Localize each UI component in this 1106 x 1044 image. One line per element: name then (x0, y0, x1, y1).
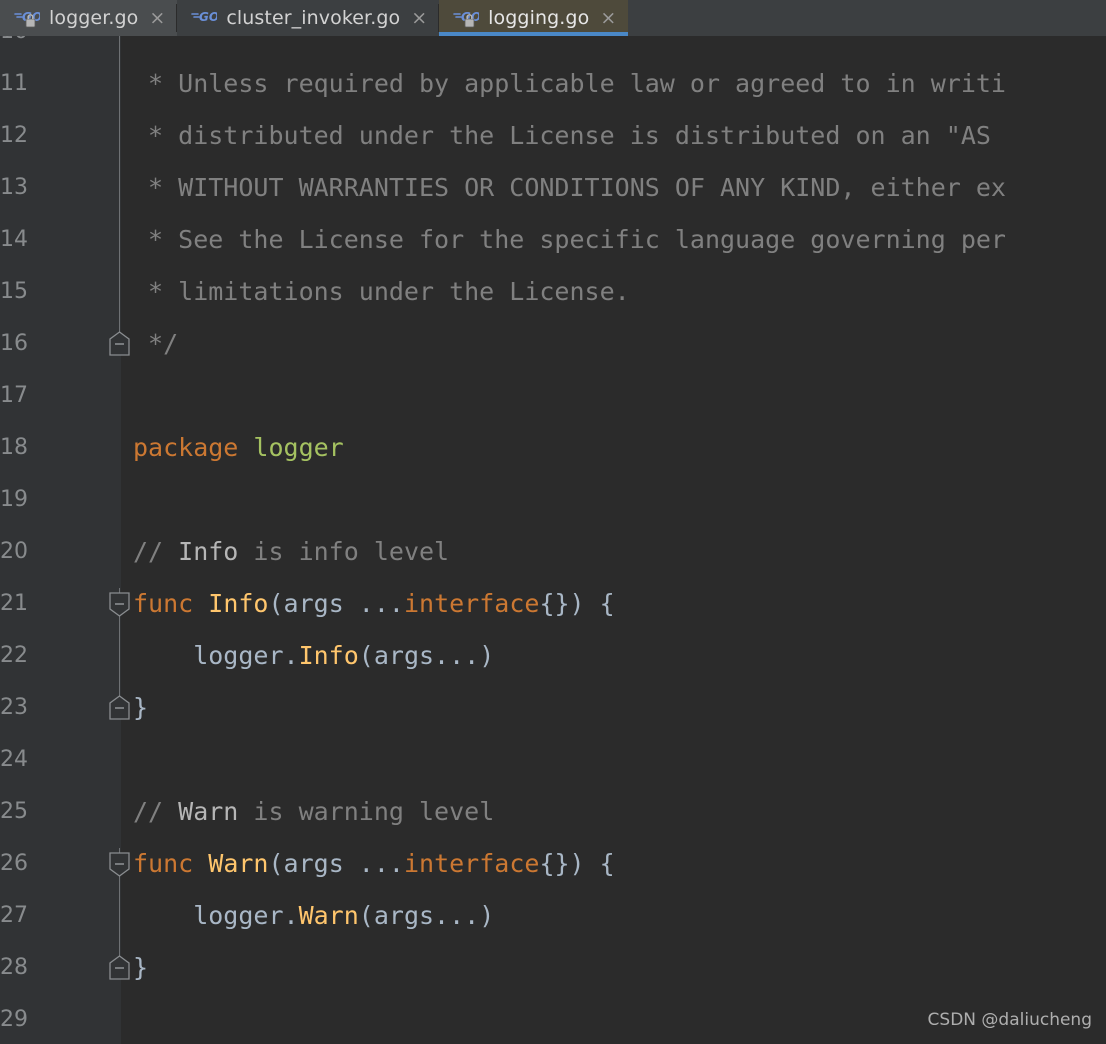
fold-collapse-end-icon[interactable] (108, 331, 131, 357)
code-line[interactable] (121, 474, 1106, 526)
code-line[interactable]: * See the License for the specific langu… (121, 214, 1106, 266)
gutter-row: 25 (0, 786, 120, 838)
line-number: 13 (0, 175, 28, 200)
go-file-lock-icon: GO (453, 7, 479, 29)
editor-tab-logger-go[interactable]: GO logger.go × (0, 0, 178, 36)
svg-text:GO: GO (199, 10, 217, 24)
code-line-text: func Info(args ...interface{}) { (133, 589, 615, 618)
code-line[interactable] (121, 370, 1106, 422)
line-number: 27 (0, 903, 28, 928)
code-content-area[interactable]: * * Unless required by applicable law or… (121, 36, 1106, 1044)
line-number: 15 (0, 279, 28, 304)
code-line-text: // Info is info level (133, 537, 450, 566)
gutter-row: 19 (0, 474, 120, 526)
gutter-row: 14 (0, 214, 120, 266)
gutter-row: 28 (0, 942, 120, 994)
code-line[interactable]: func Warn(args ...interface{}) { (121, 838, 1106, 890)
code-line-text: * Unless required by applicable law or a… (133, 69, 1006, 98)
editor-tab-cluster_invoker-go[interactable]: GO cluster_invoker.go × (177, 0, 440, 36)
fold-collapse-icon[interactable] (108, 851, 131, 877)
tab-label: logging.go (488, 7, 590, 29)
code-line[interactable]: * distributed under the License is distr… (121, 110, 1106, 162)
gutter-row: 29 (0, 994, 120, 1044)
line-number: 21 (0, 591, 28, 616)
code-line-text: * WITHOUT WARRANTIES OR CONDITIONS OF AN… (133, 173, 1006, 202)
gutter-row: 13 (0, 162, 120, 214)
gutter-row: 24 (0, 734, 120, 786)
gutter-row: 12 (0, 110, 120, 162)
go-file-icon: GO (191, 7, 217, 29)
gutter-row: 10 (0, 36, 120, 58)
line-number: 26 (0, 851, 28, 876)
fold-collapse-icon[interactable] (108, 591, 131, 617)
tab-label: cluster_invoker.go (226, 7, 401, 29)
gutter-row: 21 (0, 578, 120, 630)
code-line[interactable]: * limitations under the License. (121, 266, 1106, 318)
line-number: 11 (0, 71, 28, 96)
gutter-row: 26 (0, 838, 120, 890)
close-icon[interactable]: × (149, 8, 165, 28)
line-number-gutter[interactable]: 10 11 12 13 14 15 16 17 18 19 20 21 22 23 24 25 26 27 28 29 (0, 36, 120, 1044)
code-line[interactable]: package logger (121, 422, 1106, 474)
gutter-row: 23 (0, 682, 120, 734)
code-line[interactable]: logger.Warn(args...) (121, 890, 1106, 942)
line-number: 25 (0, 799, 28, 824)
code-line[interactable] (121, 734, 1106, 786)
line-number: 16 (0, 331, 28, 356)
code-line-text: } (133, 693, 149, 722)
code-line[interactable]: } (121, 942, 1106, 994)
line-number: 17 (0, 383, 28, 408)
line-number: 29 (0, 1007, 28, 1032)
code-line-text: logger.Warn(args...) (133, 901, 495, 930)
gutter-row: 16 (0, 318, 120, 370)
line-number: 12 (0, 123, 28, 148)
go-file-lock-icon: GO (14, 7, 40, 29)
code-line[interactable]: // Warn is warning level (121, 786, 1106, 838)
line-number: 20 (0, 539, 28, 564)
code-line-text: package logger (133, 433, 344, 462)
gutter-row: 11 (0, 58, 120, 110)
code-line[interactable]: } (121, 682, 1106, 734)
line-number: 28 (0, 955, 28, 980)
code-line[interactable]: // Info is info level (121, 526, 1106, 578)
code-line-text: * See the License for the specific langu… (133, 225, 1006, 254)
code-line-text: * distributed under the License is distr… (133, 121, 991, 150)
code-line-text: * (133, 36, 163, 58)
editor-tab-bar: GO logger.go × GO cluster_invoker.go × GO loggi… (0, 0, 1106, 36)
line-number: 22 (0, 643, 28, 668)
line-number: 10 (0, 36, 28, 58)
code-line[interactable]: * (121, 36, 1106, 58)
code-line[interactable]: logger.Info(args...) (121, 630, 1106, 682)
gutter-row: 15 (0, 266, 120, 318)
watermark: CSDN @daliucheng (927, 1010, 1092, 1030)
code-line-text: */ (133, 329, 179, 358)
tab-label: logger.go (49, 7, 139, 29)
code-line-text: // Warn is warning level (133, 797, 495, 826)
code-line[interactable]: func Info(args ...interface{}) { (121, 578, 1106, 630)
line-number: 14 (0, 227, 28, 252)
code-line-text: } (133, 953, 149, 982)
fold-collapse-end-icon[interactable] (108, 695, 131, 721)
code-line-text: logger.Info(args...) (133, 641, 495, 670)
line-number: 23 (0, 695, 28, 720)
fold-collapse-end-icon[interactable] (108, 955, 131, 981)
gutter-row: 27 (0, 890, 120, 942)
gutter-row: 20 (0, 526, 120, 578)
close-icon[interactable]: × (411, 8, 427, 28)
code-line-text: func Warn(args ...interface{}) { (133, 849, 615, 878)
gutter-row: 17 (0, 370, 120, 422)
code-line[interactable]: */ (121, 318, 1106, 370)
editor-tab-logging-go[interactable]: GO logging.go × (439, 0, 629, 36)
code-line[interactable]: * WITHOUT WARRANTIES OR CONDITIONS OF AN… (121, 162, 1106, 214)
code-line-text: * limitations under the License. (133, 277, 630, 306)
gutter-row: 18 (0, 422, 120, 474)
line-number: 18 (0, 435, 28, 460)
close-icon[interactable]: × (600, 8, 616, 28)
gutter-row: 22 (0, 630, 120, 682)
code-line[interactable]: * Unless required by applicable law or a… (121, 58, 1106, 110)
code-editor[interactable]: 10 11 12 13 14 15 16 17 18 19 20 21 22 23 24 25 26 27 28 29… (0, 36, 1106, 1044)
line-number: 24 (0, 747, 28, 772)
line-number: 19 (0, 487, 28, 512)
